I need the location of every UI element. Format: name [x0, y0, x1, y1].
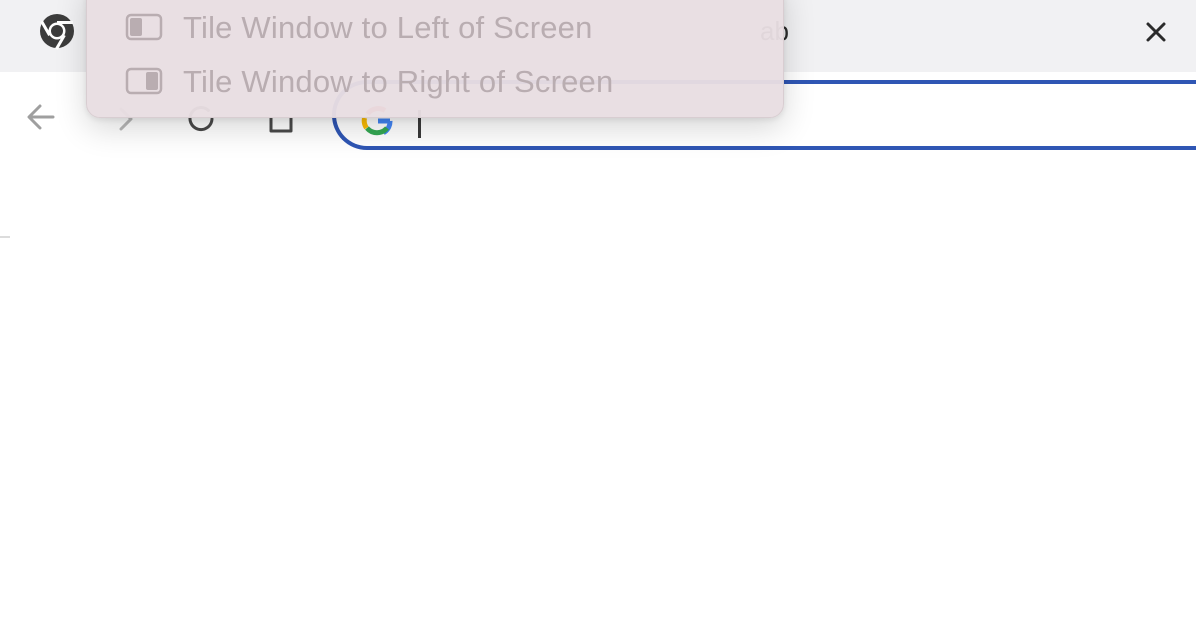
page-edge-mark: [0, 236, 10, 238]
browser-window: ab: [0, 0, 1196, 628]
context-menu: Tile Window to Left of Screen Tile Windo…: [86, 0, 784, 118]
tab-close-button[interactable]: [1136, 12, 1176, 52]
tile-left-icon: [125, 13, 163, 41]
arrow-left-icon: [27, 104, 55, 130]
back-button[interactable]: [16, 92, 66, 142]
close-icon: [1146, 22, 1166, 42]
menu-item-label: Tile Window to Right of Screen: [183, 64, 614, 99]
menu-item-label: Tile Window to Left of Screen: [183, 10, 593, 45]
menu-item-tile-right[interactable]: Tile Window to Right of Screen: [87, 55, 783, 107]
tile-right-icon: [125, 67, 163, 95]
menu-item-tile-left[interactable]: Tile Window to Left of Screen: [87, 1, 783, 53]
